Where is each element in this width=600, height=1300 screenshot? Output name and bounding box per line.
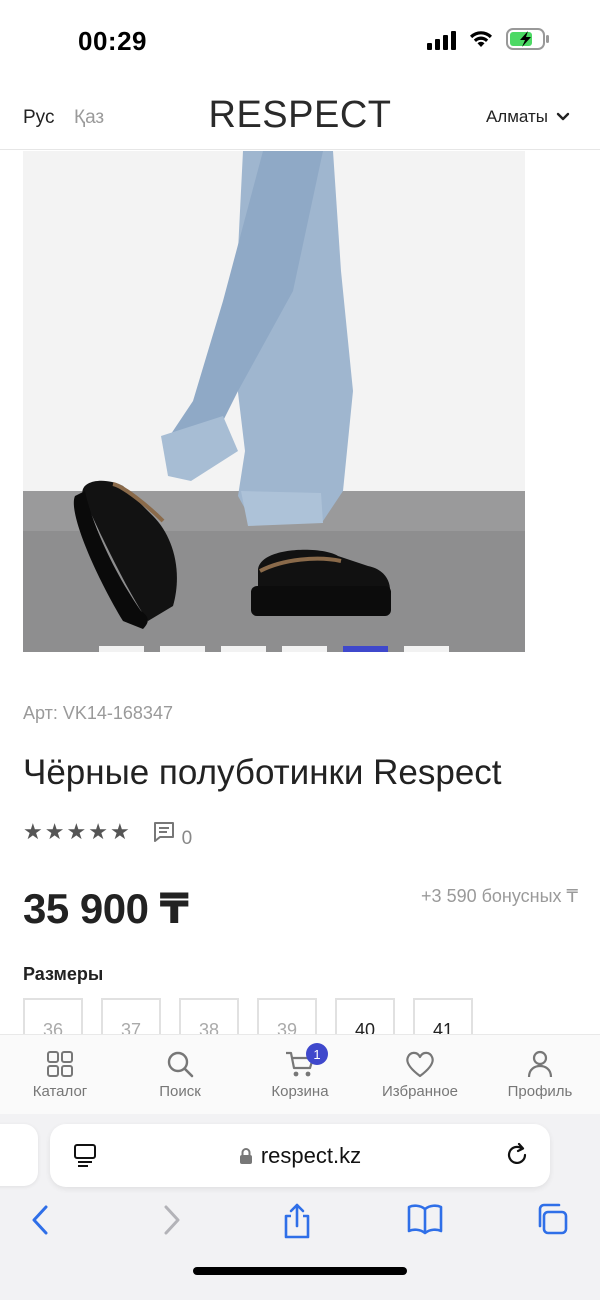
tab-cart[interactable]: 1 Корзина <box>240 1035 360 1114</box>
share-icon[interactable] <box>282 1202 312 1240</box>
carousel-dot[interactable] <box>282 646 327 652</box>
user-icon <box>527 1050 553 1078</box>
reviews-count: 0 <box>181 828 193 849</box>
product-image-carousel[interactable] <box>23 151 525 652</box>
tab-profile[interactable]: Профиль <box>480 1035 600 1114</box>
star-icon: ★ <box>88 819 108 844</box>
carousel-indicators <box>23 646 525 652</box>
bonus-points: +3 590 бонусных ₸ <box>421 886 578 906</box>
heart-icon <box>406 1051 434 1078</box>
tab-cart-label: Корзина <box>271 1083 329 1100</box>
battery-charging-icon <box>506 28 549 50</box>
star-icon: ★ <box>66 819 87 844</box>
tabs-icon[interactable] <box>534 1202 570 1236</box>
tab-favorites[interactable]: Избранное <box>360 1035 480 1114</box>
tab-search-label: Поиск <box>159 1083 201 1100</box>
lock-icon <box>239 1148 252 1164</box>
carousel-dot[interactable] <box>221 646 266 652</box>
chevron-down-icon <box>556 112 570 121</box>
address-bar[interactable]: respect.kz <box>50 1124 550 1187</box>
cart-badge: 1 <box>306 1043 328 1065</box>
tab-search[interactable]: Поиск <box>120 1035 240 1114</box>
url-text: respect.kz <box>260 1143 362 1168</box>
bottom-tab-bar: Каталог Поиск 1 Корзина Избранное Профил… <box>0 1034 600 1114</box>
carousel-dot[interactable] <box>404 646 449 652</box>
star-icon: ★ <box>44 819 65 844</box>
previous-tab-preview[interactable] <box>0 1124 38 1186</box>
product-price: 35 900 ₸ <box>23 885 189 932</box>
rating-stars[interactable]: ★ ★ ★ ★ ★ <box>23 818 130 846</box>
status-time: 00:29 <box>78 26 147 56</box>
carousel-dot[interactable] <box>160 646 205 652</box>
signal-icon <box>427 28 456 50</box>
tab-catalog[interactable]: Каталог <box>0 1035 120 1114</box>
reviews-link[interactable]: 0 <box>152 820 192 849</box>
star-icon: ★ <box>109 819 130 844</box>
forward-arrow-icon[interactable] <box>158 1202 184 1238</box>
comment-icon <box>153 822 174 842</box>
product-article: Арт: VK14-168347 <box>23 703 173 723</box>
browser-nav-bar <box>0 1202 600 1246</box>
product-photo <box>23 151 525 652</box>
city-selector[interactable]: Алматы <box>486 107 570 127</box>
rating-row: ★ ★ ★ ★ ★ 0 <box>23 818 192 849</box>
back-arrow-icon[interactable] <box>28 1202 54 1238</box>
status-icons <box>427 28 550 50</box>
grid-icon <box>47 1051 73 1077</box>
carousel-dot-active[interactable] <box>343 646 388 652</box>
star-icon: ★ <box>23 819 43 844</box>
home-indicator <box>193 1267 407 1275</box>
bookmarks-icon[interactable] <box>406 1202 444 1236</box>
city-label: Алматы <box>485 107 548 126</box>
url-display: respect.kz <box>50 1143 550 1169</box>
tab-catalog-label: Каталог <box>32 1083 88 1100</box>
search-icon <box>167 1051 194 1078</box>
reload-icon[interactable] <box>504 1142 530 1168</box>
carousel-dot[interactable] <box>99 646 144 652</box>
product-title: Чёрные полуботинки Respect <box>23 753 502 792</box>
site-header: Рус Қаз RESPECT Алматы <box>0 80 600 150</box>
status-bar: 00:29 <box>0 0 600 80</box>
tab-favorites-label: Избранное <box>381 1083 459 1100</box>
wifi-icon <box>470 31 492 47</box>
sizes-label: Размеры <box>23 964 104 984</box>
tab-profile-label: Профиль <box>507 1083 573 1100</box>
